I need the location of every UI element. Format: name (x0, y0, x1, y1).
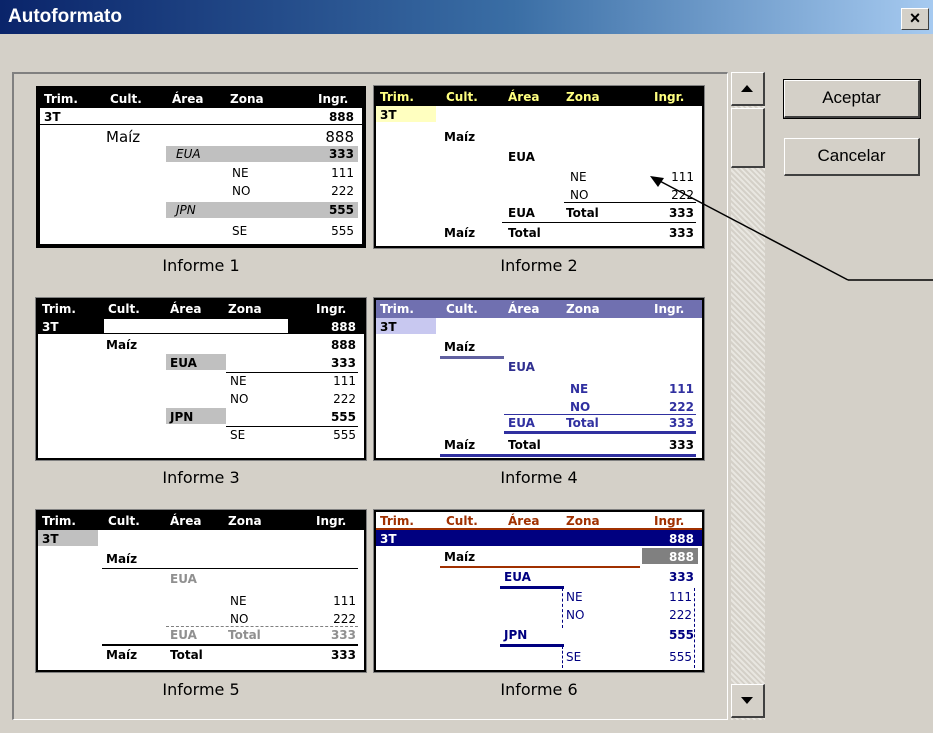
format-preview-4[interactable]: Trim. Cult. Área Zona Ingr. 3T Maíz EUA … (373, 297, 705, 461)
format-caption-1: Informe 1 (162, 256, 240, 275)
format-tile-4[interactable]: Trim. Cult. Área Zona Ingr. 3T Maíz EUA … (352, 286, 705, 487)
window-title: Autoformato (8, 6, 122, 27)
format-caption-4: Informe 4 (500, 468, 578, 487)
format-preview-5[interactable]: Trim. Cult. Área Zona Ingr. 3T Maíz EUA … (35, 509, 367, 673)
scroll-up-button[interactable] (731, 72, 765, 106)
arrow-down-icon (741, 697, 753, 704)
format-caption-6: Informe 6 (500, 680, 578, 699)
scroll-thumb[interactable] (731, 108, 765, 168)
cancel-button[interactable]: Cancelar (784, 138, 920, 176)
format-caption-5: Informe 5 (162, 680, 240, 699)
format-preview-3[interactable]: Trim. Cult. Área Zona Ingr. 3T 888 Maíz … (35, 297, 367, 461)
format-preview-6[interactable]: Trim. Cult. Área Zona Ingr. 3T 888 Maíz … (373, 509, 705, 673)
format-tile-1[interactable]: Trim. Cult. Área Zona Ingr. 3T 888 Maíz … (14, 74, 366, 275)
format-tile-5[interactable]: Trim. Cult. Área Zona Ingr. 3T Maíz EUA … (14, 498, 367, 699)
format-tile-2[interactable]: Trim. Cult. Área Zona Ingr. 3T Maíz EUA … (352, 74, 705, 275)
scroll-down-button[interactable] (731, 684, 765, 718)
format-preview-1[interactable]: Trim. Cult. Área Zona Ingr. 3T 888 Maíz … (36, 86, 366, 248)
format-caption-3: Informe 3 (162, 468, 240, 487)
vertical-scrollbar[interactable] (731, 72, 765, 720)
format-caption-2: Informe 2 (500, 256, 578, 275)
accept-button[interactable]: Aceptar (783, 79, 921, 119)
format-tile-6[interactable]: Trim. Cult. Área Zona Ingr. 3T 888 Maíz … (352, 498, 705, 699)
format-preview-2[interactable]: Trim. Cult. Área Zona Ingr. 3T Maíz EUA … (373, 85, 705, 249)
arrow-up-icon (741, 85, 753, 92)
title-bar: Autoformato × (0, 0, 933, 34)
close-button[interactable]: × (901, 8, 929, 30)
format-tile-3[interactable]: Trim. Cult. Área Zona Ingr. 3T 888 Maíz … (14, 286, 367, 487)
format-gallery[interactable]: Trim. Cult. Área Zona Ingr. 3T 888 Maíz … (12, 72, 728, 720)
